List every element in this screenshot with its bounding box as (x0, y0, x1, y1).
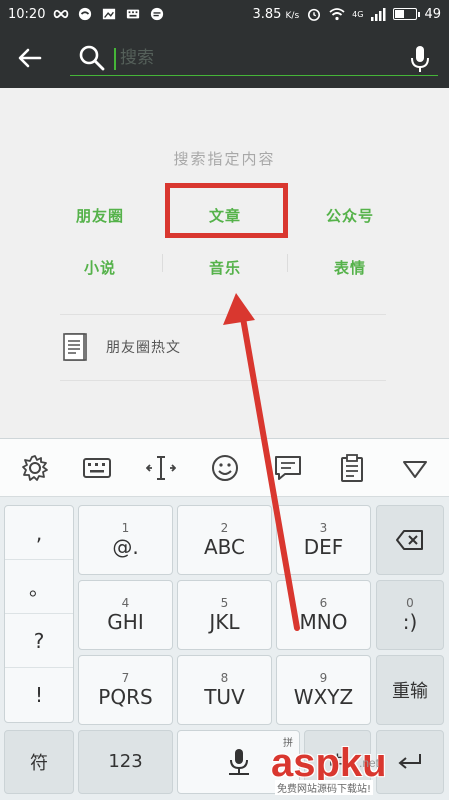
text-cursor (114, 48, 116, 70)
search-field[interactable] (70, 42, 438, 76)
enter-icon (398, 754, 421, 769)
key-3[interactable]: 3 DEF (276, 505, 371, 575)
punctuation-column: , 。 ? ! (4, 505, 74, 723)
search-icon (79, 45, 105, 71)
infinity-icon (54, 9, 69, 19)
language-toggle-key[interactable]: 中 (304, 730, 371, 794)
key-2[interactable]: 2 ABC (177, 505, 272, 575)
status-bar: 10:20 3.85 K/s 4G 49 (0, 0, 449, 28)
category-official-accounts[interactable]: 公众号 (290, 205, 410, 226)
backspace-icon (396, 530, 423, 550)
key-8[interactable]: 8 TUV (177, 655, 272, 725)
divider (60, 380, 386, 381)
backspace-key[interactable] (376, 505, 444, 575)
message-notification-icon (151, 7, 164, 21)
image-notification-icon (103, 8, 116, 20)
key-1[interactable]: 1 @. (78, 505, 173, 575)
settings-gear-icon[interactable] (20, 453, 50, 483)
category-stickers[interactable]: 表情 (290, 257, 410, 278)
cursor-move-icon[interactable] (146, 453, 176, 483)
space-key[interactable]: 拼 (177, 730, 300, 794)
punct-comma-key[interactable]: , (5, 506, 73, 560)
collapse-keyboard-icon[interactable] (400, 453, 430, 483)
search-bar (0, 28, 449, 88)
search-hint: 搜索指定内容 (173, 150, 276, 168)
key-6[interactable]: 6 MNO (276, 580, 371, 650)
battery-icon (393, 8, 421, 20)
document-icon (63, 333, 87, 361)
symbol-key[interactable]: 符 (4, 730, 74, 794)
keyboard-notification-icon (127, 9, 140, 19)
chat-app-icon (79, 7, 92, 21)
alarm-icon (308, 8, 321, 21)
keyboard: , 。 ? ! 1 @. 2 ABC 3 DEF 4 GHI 5 JKL 6 M… (0, 438, 449, 800)
divider (287, 254, 288, 272)
enter-key[interactable] (376, 730, 444, 794)
search-input[interactable] (120, 44, 400, 72)
network-type: 4G (352, 9, 364, 19)
key-7[interactable]: 7 PQRS (78, 655, 173, 725)
reinput-key[interactable]: 重输 (376, 655, 444, 725)
divider (162, 254, 163, 272)
keyboard-toolbar (0, 439, 449, 497)
search-content: 搜索指定内容 朋友圈 文章 公众号 小说 音乐 表情 朋友圈热文 (0, 88, 449, 438)
key-0[interactable]: 0 :) (376, 580, 444, 650)
signal-icon (371, 8, 386, 21)
battery-percent: 49 (424, 6, 441, 22)
highlight-box (165, 183, 288, 238)
quick-reply-icon[interactable] (273, 453, 303, 483)
category-moments[interactable]: 朋友圈 (40, 205, 160, 226)
wifi-icon (329, 8, 345, 21)
emoji-icon[interactable] (210, 453, 240, 483)
numeric-key[interactable]: 123 (78, 730, 173, 794)
microphone-icon[interactable] (408, 44, 432, 74)
battery-fill (395, 10, 405, 18)
hot-articles-item[interactable]: 朋友圈热文 (62, 332, 181, 362)
clipboard-icon[interactable] (337, 453, 367, 483)
punct-period-key[interactable]: 。 (5, 560, 73, 614)
pinyin-hint: 拼 (283, 738, 293, 749)
punct-exclamation-key[interactable]: ! (5, 668, 73, 722)
status-time: 10:20 (8, 6, 46, 22)
hot-articles-label: 朋友圈热文 (106, 340, 181, 356)
back-arrow-icon[interactable] (14, 42, 46, 74)
punct-question-key[interactable]: ? (5, 614, 73, 668)
keyboard-switch-icon[interactable] (82, 453, 112, 483)
network-speed: 3.85 K/s (252, 6, 300, 22)
category-novels[interactable]: 小说 (40, 257, 160, 278)
key-9[interactable]: 9 WXYZ (276, 655, 371, 725)
voice-input-icon (228, 749, 249, 775)
key-4[interactable]: 4 GHI (78, 580, 173, 650)
category-music[interactable]: 音乐 (165, 257, 285, 278)
divider (60, 314, 386, 315)
key-5[interactable]: 5 JKL (177, 580, 272, 650)
